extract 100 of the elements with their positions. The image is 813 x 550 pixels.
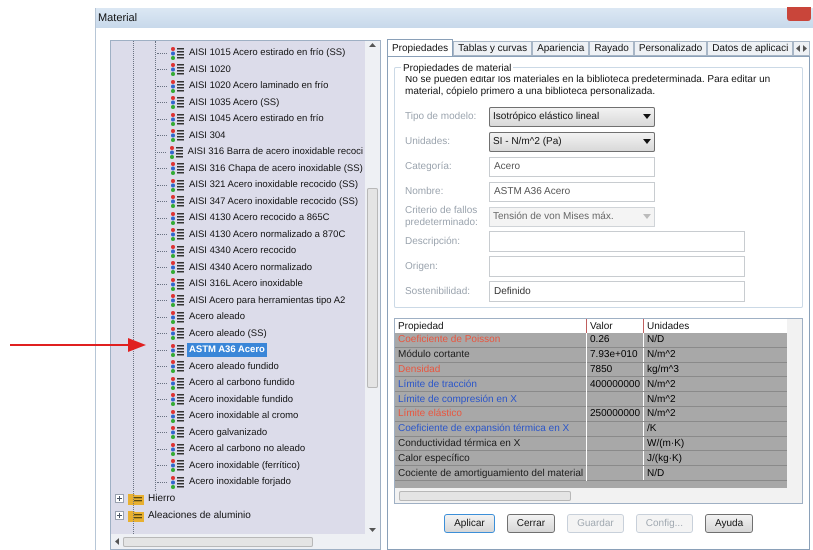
dropdown-arrow-icon (643, 214, 651, 219)
tree-item[interactable]: Acero inoxidable fundido (187, 392, 296, 407)
material-icon (170, 178, 184, 192)
tab[interactable]: Propiedades (387, 39, 454, 56)
tree-item[interactable]: AISI 304 (187, 128, 228, 143)
material-icon (170, 294, 184, 308)
window-title: Material (98, 10, 138, 26)
material-icon (170, 476, 184, 489)
field-label: Tipo de modelo: (405, 110, 478, 122)
material-icon (170, 459, 184, 472)
material-icon (170, 63, 184, 76)
tree-item[interactable]: AISI 1020 Acero laminado en frío (187, 79, 330, 94)
tab[interactable]: Apariencia (532, 41, 590, 56)
tree-folder[interactable]: Aleaciones de aluminio (148, 508, 251, 523)
property-name: Límite de compresión en X (395, 392, 587, 407)
scroll-left-icon[interactable] (115, 538, 119, 545)
text-field[interactable]: ASTM A36 Acero (489, 182, 655, 202)
tree-item[interactable]: Acero inoxidable forjado (187, 475, 293, 490)
tree-item[interactable]: ASTM A36 Acero (187, 343, 267, 358)
text-field[interactable] (489, 231, 745, 252)
tree-item[interactable]: Acero al carbono fundido (187, 376, 297, 390)
property-name: Módulo cortante (395, 347, 587, 362)
vertical-scrollbar[interactable] (365, 41, 380, 534)
tree-item[interactable]: AISI 1015 Acero estirado en frío (SS) (187, 46, 348, 60)
field-label: Categoría: (405, 160, 453, 172)
property-name: Calor específico (395, 450, 587, 466)
property-name: Densidad (395, 362, 587, 377)
dropdown-arrow-icon (643, 114, 651, 119)
field-label: Nombre: (405, 186, 444, 198)
tree-item[interactable]: AISI 316 Chapa de acero inoxidable (SS) (187, 162, 365, 176)
material-icon (170, 195, 184, 208)
text-field[interactable]: Acero (489, 156, 655, 176)
material-icon (170, 376, 184, 390)
tree-item[interactable]: AISI 4340 Acero recocido (187, 244, 298, 258)
folder-icon (128, 508, 144, 522)
tree-item[interactable]: Acero aleado fundido (187, 360, 281, 374)
dialog-button[interactable]: Aplicar (444, 514, 495, 533)
dropdown[interactable]: Isotrópico elástico lineal (489, 106, 655, 126)
tab[interactable]: Personalizado (634, 41, 708, 56)
tree-item[interactable]: AISI 347 Acero inoxidable recocido (SS) (187, 194, 360, 209)
table-cell-text: N/m^2 (646, 378, 677, 392)
dialog-button[interactable]: Ayuda (705, 514, 754, 533)
tree-item[interactable]: AISI 4340 Acero normalizado (187, 260, 314, 275)
text-field[interactable] (489, 256, 745, 277)
tree-item[interactable]: AISI Acero para herramientas tipo A2 (187, 294, 348, 308)
material-icon (170, 96, 184, 110)
tree-item[interactable]: AISI 1020 (187, 62, 233, 77)
tree-item[interactable]: AISI 1045 Acero estirado en frío (187, 112, 326, 126)
tree-item[interactable]: Acero aleado (187, 310, 247, 324)
tree-item[interactable]: AISI 4130 Acero normalizado a 870C (187, 228, 348, 242)
tree-item[interactable]: Acero al carbono no aleado (187, 442, 308, 456)
table-cell-text: N/D (646, 466, 666, 481)
material-icon (170, 426, 184, 440)
property-name: Coeficiente de expansión térmica en X (395, 421, 587, 436)
tree-item[interactable]: AISI 321 Acero inoxidable recocido (SS) (187, 178, 360, 192)
tree-folder[interactable]: Hierro (148, 491, 176, 506)
tree-item[interactable]: AISI 1035 Acero (SS) (187, 96, 282, 110)
material-icon (170, 129, 184, 142)
property-name: Límite de tracción (395, 376, 587, 392)
property-name: Límite elástico (395, 406, 587, 422)
text-field[interactable]: Definido (489, 281, 745, 302)
table-cell-text: J/(kg·K) (646, 452, 683, 466)
tab[interactable]: Rayado (589, 41, 634, 56)
property-name: Conductividad térmica en X (395, 436, 587, 451)
tree-item[interactable]: Acero galvanizado (187, 426, 270, 440)
expand-toggle[interactable] (115, 494, 124, 504)
tree-item[interactable]: Acero inoxidable (ferrítico) (187, 458, 302, 473)
table-cell: 7.93e+010 (587, 348, 644, 362)
tab[interactable]: Datos de aplicaci (707, 41, 794, 56)
expand-toggle[interactable] (115, 510, 124, 520)
material-icon (170, 261, 184, 274)
material-icon (170, 327, 184, 340)
column-header[interactable]: Unidades (644, 319, 802, 333)
tree-item[interactable]: Acero inoxidable al cromo (187, 409, 300, 424)
tree-item[interactable]: AISI 316L Acero inoxidable (187, 277, 305, 292)
material-icon (170, 244, 184, 258)
material-icon (170, 80, 184, 93)
scroll-down-icon[interactable] (369, 528, 376, 532)
tree-item[interactable]: AISI 4130 Acero recocido a 865C (187, 211, 332, 226)
tab[interactable]: Tablas y curvas (453, 41, 532, 56)
material-icon (170, 344, 184, 357)
close-button[interactable] (787, 7, 811, 21)
scroll-up-icon[interactable] (369, 43, 376, 47)
table-vertical-scrollbar[interactable] (787, 319, 802, 488)
dropdown[interactable]: SI - N/m^2 (Pa) (489, 132, 655, 152)
tab-scroll-buttons[interactable] (793, 41, 810, 56)
field-label: Origen: (405, 260, 439, 272)
tree-item[interactable]: Acero aleado (SS) (187, 326, 269, 341)
material-icon (170, 410, 184, 423)
material-icon (170, 278, 184, 291)
horizontal-scrollbar[interactable] (111, 534, 380, 549)
dialog-button[interactable]: Cerrar (506, 514, 556, 533)
column-header[interactable]: Valor (587, 319, 644, 333)
tree-item[interactable]: AISI 316 Barra de acero inoxidable recoci (186, 145, 365, 160)
material-icon (170, 46, 184, 60)
table-horizontal-scrollbar[interactable] (395, 488, 802, 503)
material-icon (168, 146, 183, 159)
column-header[interactable]: Propiedad (395, 319, 587, 333)
property-name: Cociente de amortiguamiento del material (395, 466, 587, 481)
table-cell-text: N/m^2 (646, 348, 677, 362)
